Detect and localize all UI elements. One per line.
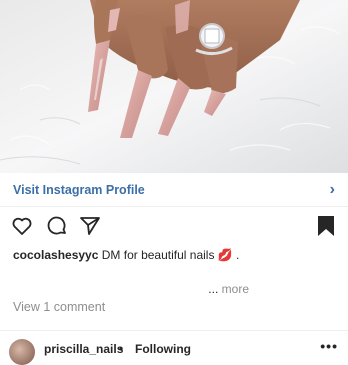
heart-icon[interactable] — [10, 214, 34, 240]
footer-username[interactable]: priscilla_nails — [44, 342, 123, 356]
caption-text: DM for beautiful nails 💋 . — [101, 248, 240, 262]
view-comments-link[interactable]: View 1 comment — [13, 300, 105, 314]
paper-plane-icon[interactable] — [78, 214, 102, 240]
bookmark-icon[interactable] — [315, 214, 339, 240]
visit-profile-label: Visit Instagram Profile — [13, 182, 145, 197]
more-label: more — [221, 282, 249, 296]
following-button[interactable]: Following — [135, 342, 191, 356]
comment-icon[interactable] — [45, 214, 69, 240]
caption-username[interactable]: cocolashesyyc — [13, 248, 98, 262]
post-caption: cocolashesyyc DM for beautiful nails 💋 . — [13, 248, 239, 262]
visit-instagram-profile-link[interactable]: Visit Instagram Profile › — [0, 173, 348, 207]
more-ellipsis: ... — [208, 282, 219, 296]
post-image[interactable] — [0, 0, 348, 173]
chevron-right-icon: › — [329, 180, 335, 198]
suggested-post-header: priscilla_nails • Following ••• — [0, 330, 348, 365]
post-actions — [0, 214, 348, 242]
separator-dot: • — [119, 342, 124, 356]
nails-photo-illustration — [0, 0, 348, 173]
avatar[interactable] — [9, 339, 35, 365]
more-options-icon[interactable]: ••• — [320, 338, 338, 354]
more-link[interactable]: ... more — [208, 282, 249, 296]
